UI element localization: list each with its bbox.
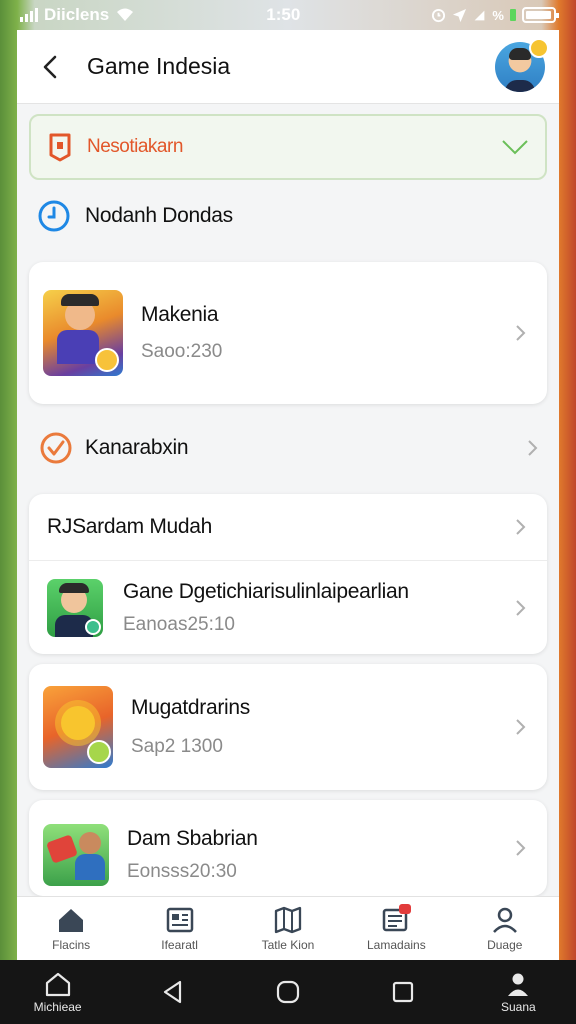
back-button[interactable]: [35, 52, 65, 82]
profile-icon: [492, 907, 517, 933]
item-title: Makenia: [141, 303, 219, 326]
signal-arrow-icon: [475, 10, 485, 20]
home-icon: [59, 908, 84, 932]
nav-news[interactable]: Ifearatl: [130, 906, 230, 952]
system-nav-bar: Michieae Suana: [0, 960, 576, 1024]
chevron-right-icon: [516, 519, 526, 535]
status-bar: Diiclens 1:50 %: [0, 0, 576, 30]
alarm-icon: [432, 8, 446, 22]
status-time: 1:50: [266, 5, 301, 24]
bottom-nav: Flacins Ifearatl Tatle Kion Lamadains Du…: [17, 896, 559, 960]
list-item[interactable]: Dam Sbabrian Eonsss20:30: [29, 800, 547, 896]
list-item[interactable]: Gane Dgetichiarisulinlaipearlian Eanoas2…: [29, 560, 547, 654]
chevron-right-icon: [516, 599, 526, 616]
status-left: Diiclens: [20, 5, 135, 25]
nav-label: Flacins: [52, 937, 91, 952]
nav-map[interactable]: Tatle Kion: [238, 906, 338, 952]
battery-icon: [521, 7, 559, 23]
app-window: Game Indesia Nesotiakarn Nodanh Dondas M…: [17, 30, 559, 960]
sys-recents-button[interactable]: [358, 979, 448, 1005]
group-card: RJSardam Mudah Gane Dgetichiarisulinlaip…: [29, 494, 547, 654]
sys-back-button[interactable]: [128, 979, 218, 1005]
sys-label: Suana: [500, 999, 536, 1014]
sys-home-button[interactable]: Michieae: [13, 971, 103, 1014]
notification-badge: [399, 903, 412, 914]
header: Game Indesia: [17, 30, 559, 104]
status-right: %: [431, 7, 559, 23]
wifi-icon: [117, 8, 134, 21]
percent-icon: %: [492, 7, 504, 23]
game-thumbnail: [47, 578, 103, 637]
charging-icon: [509, 9, 516, 21]
chevron-left-icon: [43, 55, 57, 78]
list-item[interactable]: Makenia Saoo:230: [29, 262, 547, 404]
sys-label: Michieae: [33, 999, 82, 1014]
signal-icon: [20, 8, 38, 22]
nav-label: Tatle Kion: [261, 937, 315, 952]
nav-label: Lamadains: [367, 937, 426, 952]
check-circle-icon: [40, 432, 72, 464]
location-icon: [453, 8, 467, 22]
row-text: Dam Sbabrian Eonsss20:30: [127, 827, 511, 883]
section-title: Nodanh Dondas: [85, 204, 233, 227]
nav-label: Ifearatl: [161, 937, 198, 952]
item-title: Mugatdrarins: [131, 696, 250, 719]
nav-label: Duage: [487, 937, 523, 952]
nav-profile[interactable]: Duage: [455, 906, 555, 952]
nav-home[interactable]: Flacins: [21, 906, 121, 952]
bookmark-tag-icon: [49, 133, 71, 162]
item-title: Gane Dgetichiarisulinlaipearlian: [123, 579, 409, 603]
square-recents-icon: [393, 981, 414, 1003]
user-icon: [508, 973, 529, 996]
chevron-right-icon: [528, 440, 538, 456]
clock-icon: [38, 200, 70, 232]
item-card: Dam Sbabrian Eonsss20:30: [29, 800, 547, 896]
group-header: RJSardam Mudah: [47, 515, 213, 538]
item-subtitle: Eanoas25:10: [123, 613, 235, 635]
chevron-right-icon: [516, 719, 526, 735]
filter-label: Nesotiakarn: [87, 136, 183, 157]
triangle-back-icon: [163, 980, 181, 1004]
section-header: Nodanh Dondas: [17, 180, 559, 252]
newspaper-icon: [166, 907, 193, 932]
home-outline-icon: [45, 972, 70, 996]
featured-card: Makenia Saoo:230: [29, 262, 547, 404]
circle-home-icon: [276, 980, 300, 1004]
row-text: Gane Dgetichiarisulinlaipearlian Eanoas2…: [123, 580, 511, 636]
chevron-right-icon: [516, 325, 526, 341]
nav-messages[interactable]: Lamadains: [346, 903, 446, 952]
game-thumbnail: [43, 686, 113, 768]
game-thumbnail: [43, 824, 109, 886]
sys-circle-button[interactable]: [243, 979, 333, 1005]
carrier-name: Diiclens: [44, 5, 110, 24]
battery-fill: [525, 11, 551, 19]
map-icon: [274, 906, 302, 933]
plain-list-row[interactable]: Kanarabxin: [17, 412, 559, 484]
group-header-row[interactable]: RJSardam Mudah: [29, 494, 547, 560]
emoji-badge-icon: [529, 37, 549, 58]
game-thumbnail: [43, 290, 123, 376]
message-icon-wrap: [381, 903, 412, 934]
row-title: Kanarabxin: [85, 436, 189, 459]
item-subtitle: Sap2 1300: [131, 736, 223, 757]
item-title: Dam Sbabrian: [127, 827, 258, 850]
profile-button[interactable]: [495, 37, 549, 92]
row-text: Mugatdrarins Sap2 1300: [131, 696, 511, 758]
chevron-down-icon: [502, 140, 528, 155]
item-card: Mugatdrarins Sap2 1300: [29, 664, 547, 790]
item-subtitle: Eonsss20:30: [127, 861, 237, 882]
row-text: Makenia Saoo:230: [141, 303, 511, 363]
list-item[interactable]: Mugatdrarins Sap2 1300: [29, 664, 547, 790]
sys-profile-button[interactable]: Suana: [473, 971, 563, 1014]
item-subtitle: Saoo:230: [141, 341, 223, 362]
chevron-right-icon: [516, 840, 526, 856]
page-title: Game Indesia: [87, 53, 231, 79]
filter-dropdown[interactable]: Nesotiakarn: [29, 114, 547, 180]
